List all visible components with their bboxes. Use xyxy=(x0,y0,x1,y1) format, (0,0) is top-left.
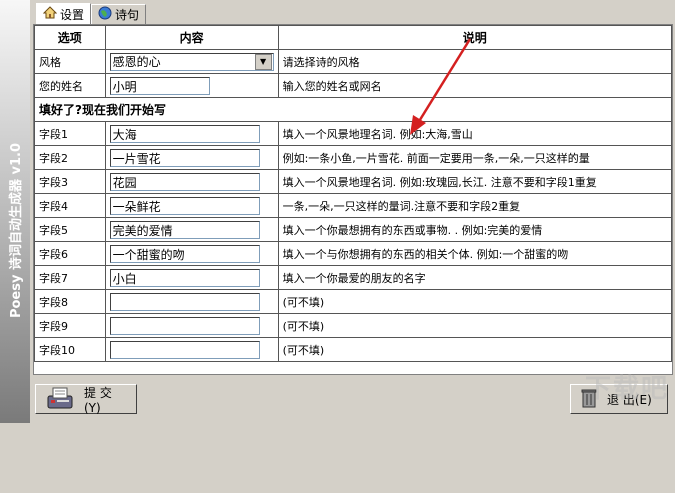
table-row: 字段2 一片雪花 例如:一条小鱼,一片雪花. 前面一定要用一条,一朵,一只这样的… xyxy=(34,145,673,170)
table-row: 字段8 (可不填) xyxy=(34,289,673,314)
table-row: 字段1 大海 填入一个风景地理名词. 例如:大海,雪山 xyxy=(34,121,673,146)
style-cell: 感恩的心 ▼ xyxy=(104,49,279,74)
field9-input[interactable] xyxy=(109,316,260,335)
name-cell: 小明 xyxy=(104,73,279,98)
row-hint: 填入一个与你想拥有的东西的相关个体. 例如:一个甜蜜的吻 xyxy=(277,241,673,266)
chevron-down-icon[interactable]: ▼ xyxy=(254,53,272,70)
section-title: 填好了?现在我们开始写 xyxy=(34,97,672,122)
row-label: 字段6 xyxy=(34,241,106,266)
row-label: 字段5 xyxy=(34,217,106,242)
row-label: 字段4 xyxy=(34,193,106,218)
field2-input[interactable]: 一片雪花 xyxy=(109,148,260,167)
row-hint: 填入一个风景地理名词. 例如:玫瑰园,长江. 注意不要和字段1重复 xyxy=(277,169,673,194)
field4-input[interactable]: 一朵鲜花 xyxy=(109,196,260,215)
column-header-description: 说明 xyxy=(277,25,673,50)
table-row: 字段4 一朵鲜花 一条,一朵,一只这样的量词.注意不要和字段2重复 xyxy=(34,193,673,218)
tab-bar: 设置 诗句 xyxy=(36,3,147,24)
style-select-value: 感恩的心 xyxy=(112,54,161,69)
table-row: 字段7 小白 填入一个你最爱的朋友的名字 xyxy=(34,265,673,290)
section-row: 填好了?现在我们开始写 xyxy=(34,97,672,122)
table-row: 字段3 花园 填入一个风景地理名词. 例如:玫瑰园,长江. 注意不要和字段1重复 xyxy=(34,169,673,194)
row-label: 字段9 xyxy=(34,313,106,338)
table-header-row: 选项 内容 说明 xyxy=(34,25,673,50)
row-hint: (可不填) xyxy=(277,313,673,338)
watermark-logo: 下载吧 xyxy=(584,374,669,404)
row-hint: 一条,一朵,一只这样的量词.注意不要和字段2重复 xyxy=(277,193,673,218)
red-arrow-annotation xyxy=(410,38,472,135)
table-row: 字段5 完美的爱情 填入一个你最想拥有的东西或事物. . 例如:完美的爱情 xyxy=(34,217,673,242)
globe-icon xyxy=(98,6,112,23)
column-header-content: 内容 xyxy=(104,25,279,50)
settings-table: 选项 内容 说明 风格 感恩的心 ▼ 请选择诗的风格 您的姓名 小明 输入您的姓… xyxy=(34,25,673,362)
row-hint: (可不填) xyxy=(277,289,673,314)
fax-icon xyxy=(46,386,74,413)
row-label: 字段8 xyxy=(34,289,106,314)
table-row: 您的姓名 小明 输入您的姓名或网名 xyxy=(34,73,673,98)
table-row: 字段10 (可不填) xyxy=(34,337,673,362)
row-label: 风格 xyxy=(34,49,106,74)
submit-button[interactable]: 提 交(Y) xyxy=(35,384,137,415)
home-icon xyxy=(42,6,58,22)
table-row: 风格 感恩的心 ▼ 请选择诗的风格 xyxy=(34,49,673,74)
field6-input[interactable]: 一个甜蜜的吻 xyxy=(109,244,260,263)
submit-label: 提 交(Y) xyxy=(84,385,112,415)
app-title: Poesy 诗词自动生成器 v1.0 xyxy=(9,143,24,319)
style-select[interactable]: 感恩的心 ▼ xyxy=(109,52,274,71)
field3-input[interactable]: 花园 xyxy=(109,172,260,191)
row-label: 字段7 xyxy=(34,265,106,290)
name-input[interactable]: 小明 xyxy=(109,76,210,95)
field7-input[interactable]: 小白 xyxy=(109,268,260,287)
row-label: 字段3 xyxy=(34,169,106,194)
field1-input[interactable]: 大海 xyxy=(109,124,260,143)
tab-label: 诗句 xyxy=(115,8,140,22)
tab-settings[interactable]: 设置 xyxy=(36,3,92,24)
settings-panel: 选项 内容 说明 风格 感恩的心 ▼ 请选择诗的风格 您的姓名 小明 输入您的姓… xyxy=(33,24,673,375)
column-header-option: 选项 xyxy=(34,25,106,50)
row-hint: 填入一个你最爱的朋友的名字 xyxy=(277,265,673,290)
row-label: 您的姓名 xyxy=(34,73,106,98)
field8-input[interactable] xyxy=(109,292,260,311)
table-row: 字段9 (可不填) xyxy=(34,313,673,338)
row-hint: 请选择诗的风格 xyxy=(277,49,673,74)
table-row: 字段6 一个甜蜜的吻 填入一个与你想拥有的东西的相关个体. 例如:一个甜蜜的吻 xyxy=(34,241,673,266)
row-label: 字段1 xyxy=(34,121,106,146)
row-label: 字段2 xyxy=(34,145,106,170)
row-hint: (可不填) xyxy=(277,337,673,362)
tab-poems[interactable]: 诗句 xyxy=(91,4,147,24)
tab-label: 设置 xyxy=(60,7,85,22)
field10-input[interactable] xyxy=(109,340,260,359)
field5-input[interactable]: 完美的爱情 xyxy=(109,220,260,239)
row-hint: 填入一个你最想拥有的东西或事物. . 例如:完美的爱情 xyxy=(277,217,673,242)
row-label: 字段10 xyxy=(34,337,106,362)
row-hint: 输入您的姓名或网名 xyxy=(277,73,673,98)
vertical-title-bar: Poesy 诗词自动生成器 v1.0 xyxy=(0,0,30,423)
row-hint: 填入一个风景地理名词. 例如:大海,雪山 xyxy=(277,121,673,146)
row-hint: 例如:一条小鱼,一片雪花. 前面一定要用一条,一朵,一只这样的量 xyxy=(277,145,673,170)
